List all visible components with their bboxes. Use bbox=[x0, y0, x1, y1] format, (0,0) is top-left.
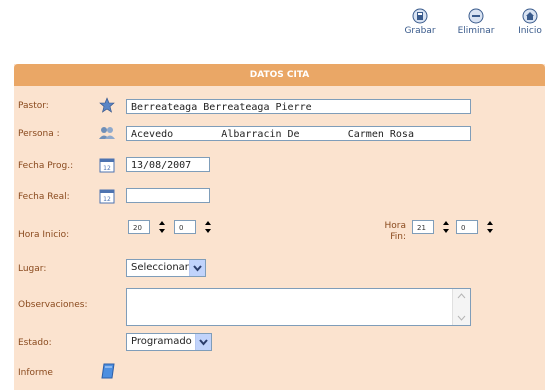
chevron-down-icon[interactable] bbox=[189, 260, 205, 276]
estado-select-value: Programado bbox=[131, 336, 192, 347]
people-icon[interactable] bbox=[99, 125, 115, 141]
delete-label: Eliminar bbox=[457, 26, 495, 36]
hour-spinner-arrows[interactable] bbox=[442, 220, 450, 234]
observaciones-label: Observaciones: bbox=[18, 300, 88, 310]
calendar-icon[interactable]: 12 bbox=[99, 188, 115, 204]
hora-inicio-minute-field[interactable]: 0 bbox=[174, 220, 196, 234]
home-icon bbox=[522, 8, 538, 24]
persona-field[interactable]: Acevedo Albarracin De Carmen Rosa bbox=[126, 126, 471, 141]
hora-fin-label: Hora Fin: bbox=[370, 221, 407, 243]
fecha-real-field[interactable] bbox=[126, 188, 210, 203]
delete-button[interactable]: Eliminar bbox=[454, 8, 498, 36]
textarea-scrollbar[interactable] bbox=[452, 289, 470, 325]
persona-label: Persona : bbox=[18, 129, 60, 139]
hora-fin-label-line2: Fin: bbox=[390, 232, 406, 242]
scroll-up-icon[interactable] bbox=[457, 293, 466, 299]
fecha-prog-field[interactable]: 13/08/2007 bbox=[126, 157, 210, 172]
chevron-down-icon[interactable] bbox=[195, 334, 211, 350]
star-icon[interactable] bbox=[99, 97, 115, 113]
hora-inicio-label: Hora Inicio: bbox=[18, 230, 70, 240]
scroll-down-icon[interactable] bbox=[457, 315, 466, 321]
pastor-label: Pastor: bbox=[18, 101, 49, 111]
pastor-field[interactable]: Berreateaga Berreateaga Pierre bbox=[126, 99, 471, 114]
calendar-icon[interactable]: 12 bbox=[99, 157, 115, 173]
fecha-prog-label: Fecha Prog.: bbox=[18, 161, 74, 171]
home-label: Inicio bbox=[518, 26, 542, 36]
minute-spinner-arrows[interactable] bbox=[486, 220, 494, 234]
hora-fin-label-line1: Hora bbox=[384, 221, 407, 231]
save-button[interactable]: Grabar bbox=[398, 8, 442, 36]
home-button[interactable]: Inicio bbox=[508, 8, 550, 36]
save-label: Grabar bbox=[404, 26, 436, 36]
lugar-label: Lugar: bbox=[18, 264, 47, 274]
save-icon bbox=[412, 8, 428, 24]
fecha-real-label: Fecha Real: bbox=[18, 192, 70, 202]
estado-label: Estado: bbox=[18, 338, 52, 348]
informe-label: Informe bbox=[18, 368, 53, 378]
lugar-select-value: Seleccionar bbox=[131, 262, 189, 273]
estado-select[interactable]: Programado bbox=[126, 333, 212, 351]
hour-spinner-arrows[interactable] bbox=[158, 220, 166, 234]
lugar-select[interactable]: Seleccionar bbox=[126, 259, 206, 277]
minute-spinner-arrows[interactable] bbox=[204, 220, 212, 234]
svg-text:12: 12 bbox=[103, 196, 111, 203]
hora-inicio-hour-field[interactable]: 20 bbox=[128, 220, 150, 234]
observaciones-textarea[interactable] bbox=[126, 288, 471, 326]
minus-circle-icon bbox=[468, 8, 484, 24]
svg-text:12: 12 bbox=[103, 165, 111, 172]
panel-title: DATOS CITA bbox=[14, 64, 545, 86]
document-icon[interactable] bbox=[100, 363, 116, 379]
hora-fin-minute-field[interactable]: 0 bbox=[456, 220, 478, 234]
hora-fin-hour-field[interactable]: 21 bbox=[412, 220, 434, 234]
